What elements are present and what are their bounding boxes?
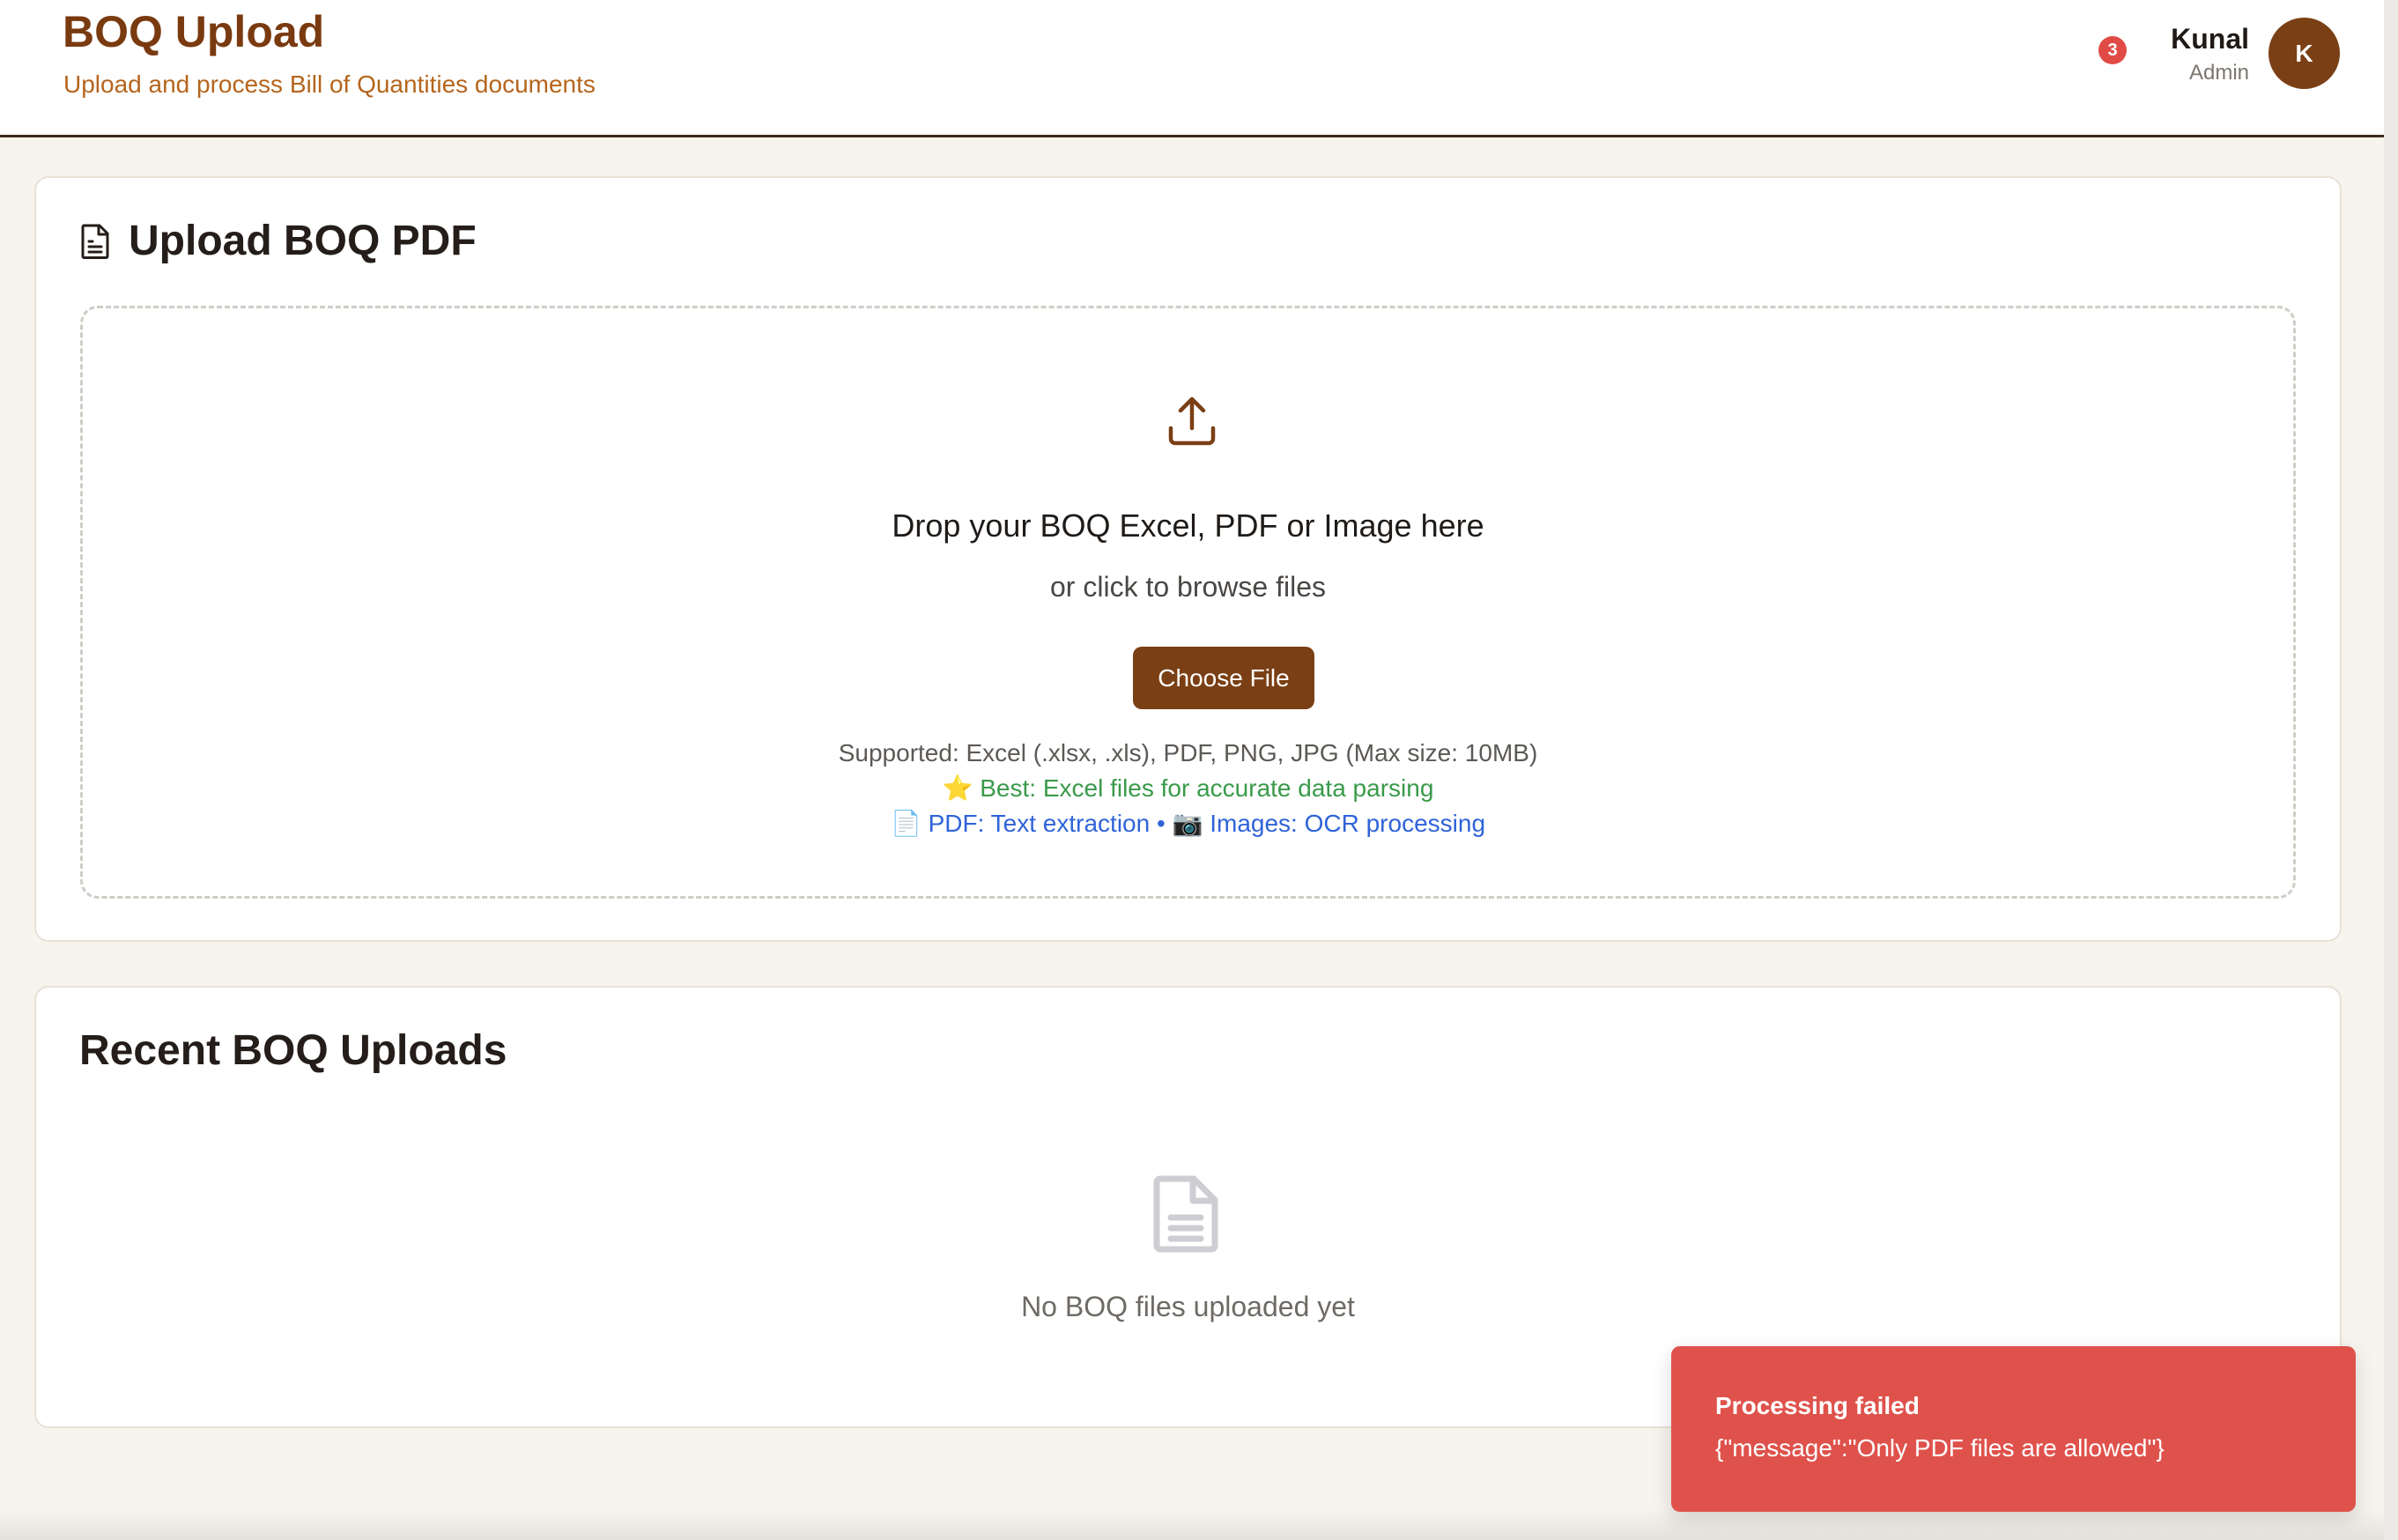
pdf-document-icon: 📄	[890, 810, 921, 837]
processing-modes-hint: 📄 PDF: Text extraction • 📷 Images: OCR p…	[83, 808, 2293, 840]
notification-badge[interactable]: 3	[2098, 36, 2127, 64]
upload-icon	[1168, 396, 1216, 446]
page-subtitle: Upload and process Bill of Quantities do…	[63, 70, 596, 98]
empty-state-text: No BOQ files uploaded yet	[1021, 1291, 1355, 1322]
dropzone-title: Drop your BOQ Excel, PDF or Image here	[892, 507, 1484, 544]
user-name: Kunal	[2171, 23, 2249, 55]
image-mode-text: Images: OCR processing	[1210, 810, 1486, 837]
star-icon: ⭐	[942, 774, 973, 802]
top-header: BOQ Upload Upload and process Bill of Qu…	[0, 0, 2384, 137]
best-format-text: Best: Excel files for accurate data pars…	[980, 774, 1434, 802]
upload-card: Upload BOQ PDF Drop your BOQ Excel, PDF …	[34, 176, 2342, 942]
recent-uploads-title: Recent BOQ Uploads	[79, 1027, 507, 1074]
camera-icon: 📷	[1172, 810, 1203, 837]
document-icon	[81, 224, 109, 259]
best-format-hint: ⭐ Best: Excel files for accurate data pa…	[83, 773, 2293, 804]
dropzone-subtitle: or click to browse files	[1050, 571, 1326, 603]
error-toast[interactable]: Processing failed {"message":"Only PDF f…	[1671, 1346, 2356, 1512]
bottom-shade	[0, 1508, 2384, 1540]
user-role: Admin	[2188, 61, 2249, 85]
choose-file-button[interactable]: Choose File	[1133, 647, 1314, 709]
toast-title: Processing failed	[1715, 1392, 1920, 1419]
bullet-separator: •	[1156, 810, 1166, 837]
app-root: BOQ Upload Upload and process Bill of Qu…	[0, 0, 2384, 1540]
page-scrollbar[interactable]	[2384, 0, 2398, 1540]
toast-message: {"message":"Only PDF files are allowed"}	[1715, 1434, 2165, 1462]
file-text-icon	[1153, 1175, 1218, 1253]
supported-formats-text: Supported: Excel (.xlsx, .xls), PDF, PNG…	[838, 739, 1538, 766]
upload-card-title: Upload BOQ PDF	[129, 218, 477, 264]
pdf-mode-text: PDF: Text extraction	[928, 810, 1151, 837]
file-dropzone[interactable]: Drop your BOQ Excel, PDF or Image here o…	[80, 306, 2296, 899]
page-title: BOQ Upload	[63, 7, 325, 56]
user-avatar[interactable]: K	[2268, 18, 2340, 89]
